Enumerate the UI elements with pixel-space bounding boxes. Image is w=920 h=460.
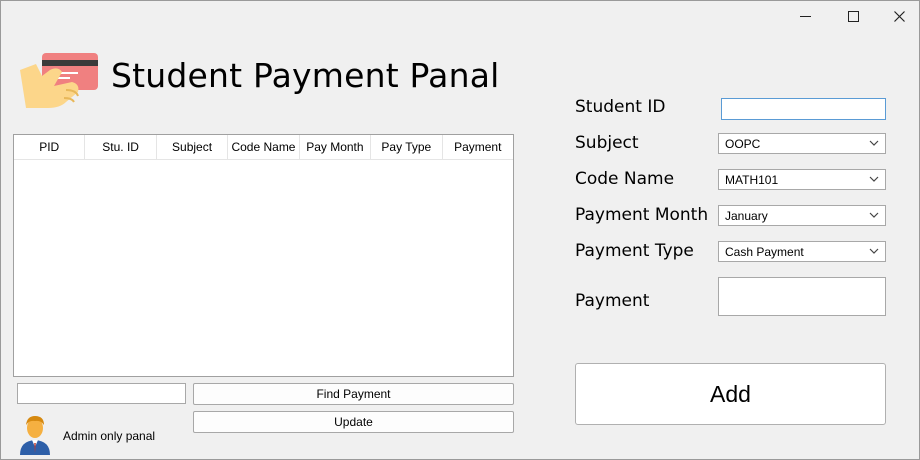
code-name-select[interactable]: MATH101 [718,169,886,190]
page-title: Student Payment Panal [111,56,500,95]
find-payment-button[interactable]: Find Payment [193,383,514,405]
subject-label: Subject [575,133,639,153]
column-header-pay-type[interactable]: Pay Type [371,135,443,159]
student-id-label: Student ID [575,97,666,117]
maximize-icon [847,10,859,22]
code-name-select-value: MATH101 [725,172,779,187]
column-header-payment[interactable]: Payment [443,135,513,159]
add-button[interactable]: Add [575,363,886,425]
subject-select-value: OOPC [725,136,761,151]
maximize-button[interactable] [835,5,871,27]
payment-month-label: Payment Month [575,205,709,225]
chevron-down-icon [869,176,879,182]
chevron-down-icon [869,140,879,146]
chevron-down-icon [869,248,879,254]
column-header-code-name[interactable]: Code Name [228,135,300,159]
minimize-icon [799,15,811,17]
payment-type-label: Payment Type [575,241,694,261]
payment-input[interactable] [718,277,886,316]
student-id-input[interactable] [721,98,886,120]
credit-card-hand-icon [20,53,98,108]
table-header: PID Stu. ID Subject Code Name Pay Month … [14,135,513,160]
payment-type-select-value: Cash Payment [725,244,804,259]
column-header-student-id[interactable]: Stu. ID [85,135,157,159]
admin-user-icon [20,416,50,455]
admin-note: Admin only panal [63,429,156,443]
find-payment-input[interactable] [17,383,186,404]
column-header-pid[interactable]: PID [14,135,86,159]
chevron-down-icon [869,212,879,218]
minimize-button[interactable] [787,5,823,27]
payment-month-select[interactable]: January [718,205,886,226]
subject-select[interactable]: OOPC [718,133,886,154]
update-button[interactable]: Update [193,411,514,433]
payment-table[interactable]: PID Stu. ID Subject Code Name Pay Month … [13,134,514,377]
close-button[interactable] [881,5,917,27]
payment-month-select-value: January [725,208,768,223]
close-icon [893,10,905,22]
code-name-label: Code Name [575,169,675,189]
column-header-pay-month[interactable]: Pay Month [300,135,372,159]
column-header-subject[interactable]: Subject [157,135,229,159]
payment-label: Payment [575,291,650,311]
payment-type-select[interactable]: Cash Payment [718,241,886,262]
